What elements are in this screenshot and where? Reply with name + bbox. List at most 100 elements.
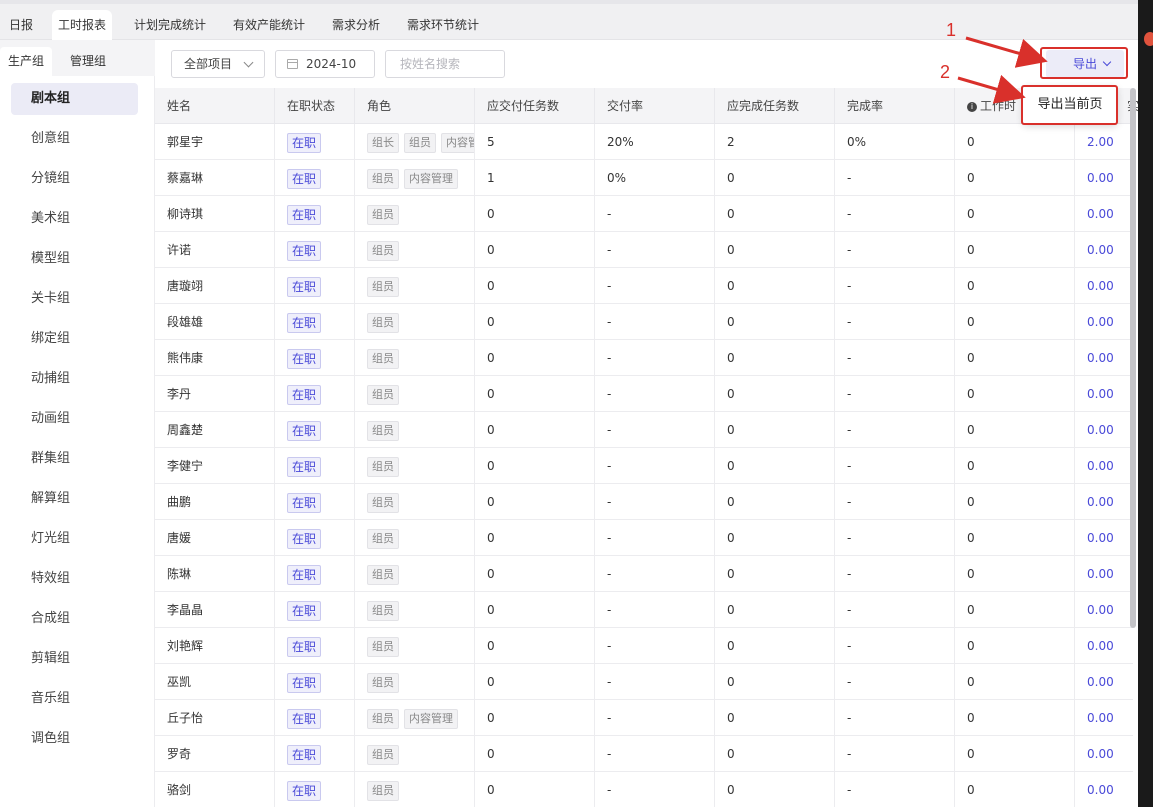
cell-roles: 组员 内容管理 xyxy=(354,160,474,196)
tab-demand-analysis[interactable]: 需求分析 xyxy=(326,10,386,40)
cell-status: 在职 xyxy=(274,484,354,520)
cell-actual[interactable]: 0.00 xyxy=(1074,700,1133,736)
group-item[interactable]: 剧本组 xyxy=(11,83,138,115)
cell-deliver-rate: - xyxy=(594,340,714,376)
group-item[interactable]: 剪辑组 xyxy=(11,643,138,675)
top-strip xyxy=(0,0,1138,4)
cell-complete-rate: - xyxy=(834,556,954,592)
chevron-down-icon xyxy=(243,57,254,68)
cell-roles: 组员 xyxy=(354,340,474,376)
table-row: 周鑫楚 在职 组员 0-0-0 0.00 xyxy=(155,412,1133,448)
cell-actual[interactable]: 0.00 xyxy=(1074,628,1133,664)
group-item[interactable]: 解算组 xyxy=(11,483,138,515)
cell-roles: 组员 xyxy=(354,304,474,340)
export-current-page-item[interactable]: 导出当前页 xyxy=(1023,86,1117,124)
cell-deliver-count: 0 xyxy=(474,592,594,628)
cell-deliver-rate: - xyxy=(594,196,714,232)
cell-name: 罗奇 xyxy=(167,747,192,761)
tab-plan-stats[interactable]: 计划完成统计 xyxy=(128,10,212,40)
cell-actual[interactable]: 0.00 xyxy=(1074,376,1133,412)
group-item[interactable]: 调色组 xyxy=(11,723,138,755)
cell-work-hours: 0 xyxy=(954,700,1074,736)
group-item[interactable]: 动捕组 xyxy=(11,363,138,395)
group-item[interactable]: 灯光组 xyxy=(11,523,138,555)
group-item[interactable]: 模型组 xyxy=(11,243,138,275)
cell-roles: 组员 xyxy=(354,736,474,772)
tab-capacity-stats[interactable]: 有效产能统计 xyxy=(227,10,311,40)
cell-complete-count: 0 xyxy=(714,448,834,484)
cell-actual[interactable]: 0.00 xyxy=(1074,484,1133,520)
cell-roles: 组员 xyxy=(354,628,474,664)
role-tag: 组员 xyxy=(367,420,399,441)
tab-hours-report[interactable]: 工时报表 xyxy=(52,10,113,40)
col-complete-rate: 完成率 xyxy=(834,88,954,124)
group-item[interactable]: 合成组 xyxy=(11,603,138,635)
cell-actual[interactable]: 0.00 xyxy=(1074,556,1133,592)
group-item[interactable]: 特效组 xyxy=(11,563,138,595)
group-item[interactable]: 创意组 xyxy=(11,123,138,155)
info-icon[interactable]: i xyxy=(967,101,977,112)
tab-management-group[interactable]: 管理组 xyxy=(62,47,114,76)
month-picker[interactable]: 2024-10 xyxy=(275,50,375,78)
cell-name: 李丹 xyxy=(167,387,192,401)
cell-actual[interactable]: 0.00 xyxy=(1074,592,1133,628)
role-tag: 组员 xyxy=(367,348,399,369)
group-item[interactable]: 动画组 xyxy=(11,403,138,435)
cell-deliver-count: 5 xyxy=(474,124,594,160)
annotation-number-1: 1 xyxy=(946,20,957,40)
export-button-label: 导出 xyxy=(1072,57,1097,71)
cell-actual[interactable]: 0.00 xyxy=(1074,232,1133,268)
cell-actual[interactable]: 0.00 xyxy=(1074,412,1133,448)
cell-actual[interactable]: 0.00 xyxy=(1074,304,1133,340)
group-item[interactable]: 分镜组 xyxy=(11,163,138,195)
role-tag: 组员 xyxy=(367,528,399,549)
cell-actual[interactable]: 0.00 xyxy=(1074,772,1133,807)
group-item[interactable]: 关卡组 xyxy=(11,283,138,315)
cell-complete-count: 0 xyxy=(714,268,834,304)
cell-complete-count: 0 xyxy=(714,628,834,664)
cell-work-hours: 0 xyxy=(954,628,1074,664)
cell-actual[interactable]: 2.00 xyxy=(1074,124,1133,160)
cell-roles: 组员 xyxy=(354,772,474,807)
cell-actual[interactable]: 0.00 xyxy=(1074,160,1133,196)
group-item[interactable]: 美术组 xyxy=(11,203,138,235)
project-select[interactable]: 全部项目 xyxy=(171,50,265,78)
name-search-input[interactable]: 按姓名搜索 xyxy=(385,50,505,78)
table-scrollbar[interactable] xyxy=(1130,88,1136,628)
cell-roles: 组员 xyxy=(354,592,474,628)
tab-daily[interactable]: 日报 xyxy=(3,10,39,40)
group-item[interactable]: 绑定组 xyxy=(11,323,138,355)
cell-actual[interactable]: 0.00 xyxy=(1074,664,1133,700)
cell-actual[interactable]: 0.00 xyxy=(1074,196,1133,232)
table-header: 姓名 在职状态 角色 应交付任务数 交付率 应完成任务数 完成率 i工作时 实 xyxy=(155,88,1139,124)
status-badge: 在职 xyxy=(287,672,322,693)
cell-status: 在职 xyxy=(274,556,354,592)
annotation-number-2: 2 xyxy=(940,62,951,82)
cell-status: 在职 xyxy=(274,772,354,807)
cell-actual[interactable]: 0.00 xyxy=(1074,448,1133,484)
cell-deliver-count: 0 xyxy=(474,304,594,340)
tab-production-group[interactable]: 生产组 xyxy=(0,47,53,76)
cell-complete-rate: 0% xyxy=(834,124,954,160)
cell-deliver-rate: - xyxy=(594,592,714,628)
cell-complete-count: 0 xyxy=(714,772,834,807)
cell-actual[interactable]: 0.00 xyxy=(1074,268,1133,304)
cell-complete-rate: - xyxy=(834,268,954,304)
export-button[interactable]: 导出 xyxy=(1046,50,1124,78)
group-item[interactable]: 群集组 xyxy=(11,443,138,475)
cell-complete-rate: - xyxy=(834,736,954,772)
cell-complete-count: 0 xyxy=(714,196,834,232)
cell-actual[interactable]: 0.00 xyxy=(1074,520,1133,556)
cell-actual[interactable]: 0.00 xyxy=(1074,340,1133,376)
tab-demand-stage-stats[interactable]: 需求环节统计 xyxy=(401,10,485,40)
table-row: 曲鹏 在职 组员 0-0-0 0.00 xyxy=(155,484,1133,520)
cell-roles: 组长组员内容管理 xyxy=(354,124,474,160)
cell-actual[interactable]: 0.00 xyxy=(1074,736,1133,772)
group-item[interactable]: 音乐组 xyxy=(11,683,138,715)
cell-status: 在职 xyxy=(274,376,354,412)
col-status: 在职状态 xyxy=(274,88,354,124)
cell-work-hours: 0 xyxy=(954,592,1074,628)
status-badge: 在职 xyxy=(287,312,322,333)
cell-roles: 组员 xyxy=(354,376,474,412)
cell-work-hours: 0 xyxy=(954,448,1074,484)
